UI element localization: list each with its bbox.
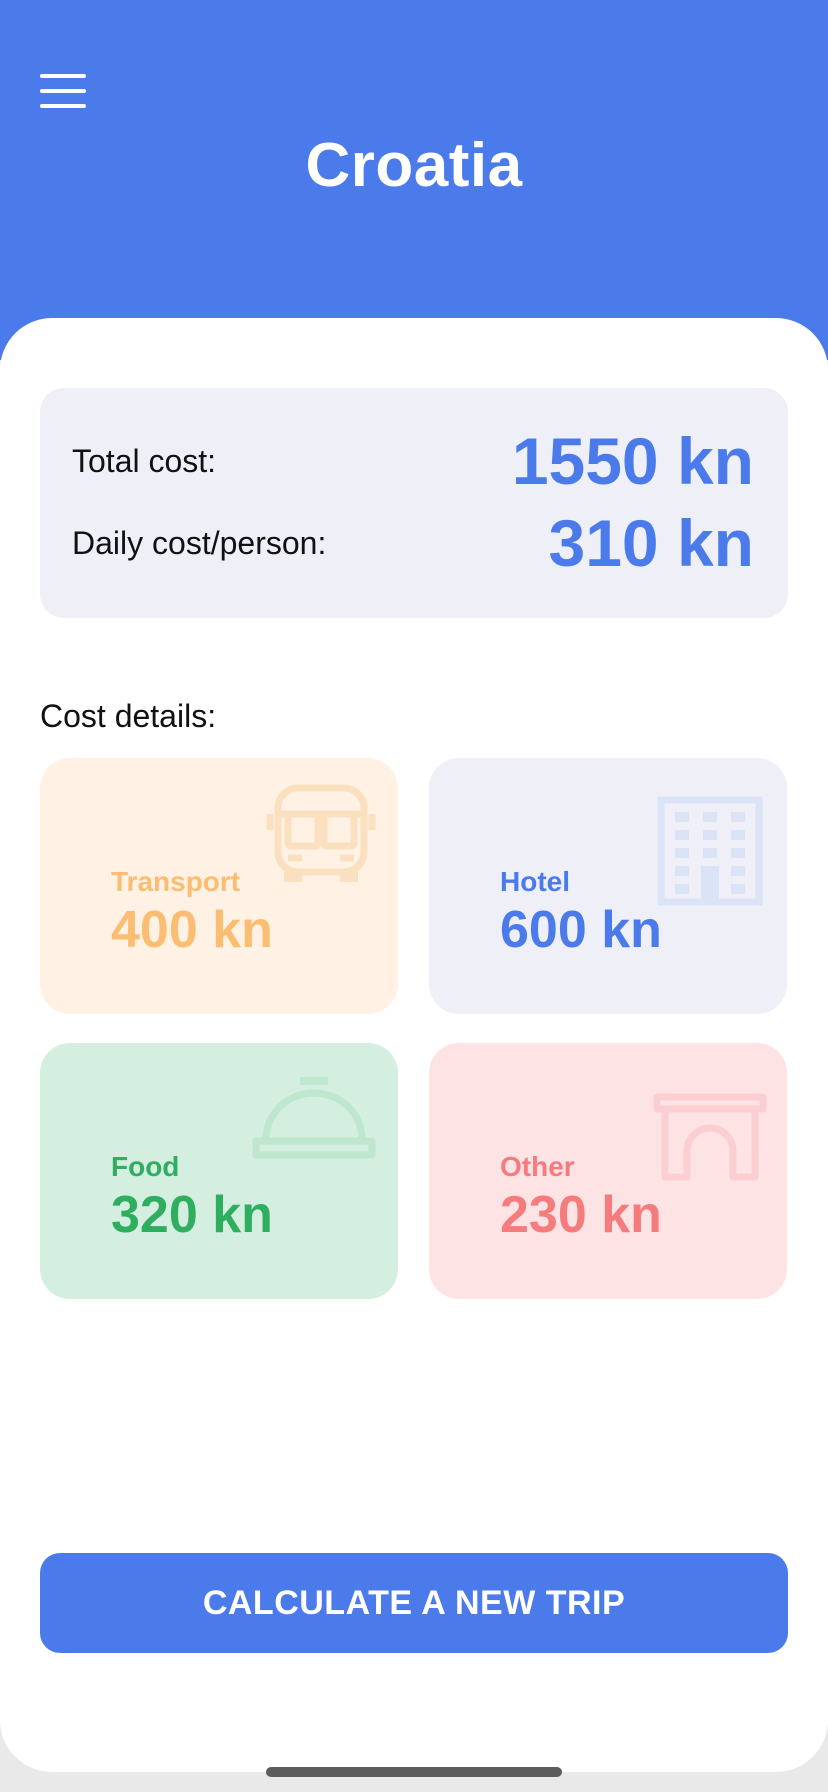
transport-cost-card[interactable]: Transport 400 kn	[40, 758, 398, 1014]
content-sheet: Total cost: 1550 kn Daily cost/person: 3…	[0, 318, 828, 1772]
food-value: 320 kn	[111, 1186, 273, 1244]
menu-line	[40, 74, 86, 78]
menu-line	[40, 89, 86, 93]
transport-value: 400 kn	[111, 901, 273, 959]
total-cost-value: 1550 kn	[511, 424, 754, 498]
hamburger-menu-icon[interactable]	[40, 74, 88, 108]
cost-details-heading: Cost details:	[40, 698, 217, 734]
daily-cost-row: Daily cost/person: 310 kn	[72, 506, 754, 580]
hotel-building-icon	[657, 796, 763, 906]
header: Croatia	[0, 0, 828, 360]
other-cost-card[interactable]: Other 230 kn	[429, 1043, 787, 1299]
app-screen: Croatia Total cost: 1550 kn Daily cost/p…	[0, 0, 828, 1792]
hotel-cost-card[interactable]: Hotel 600 kn	[429, 758, 787, 1014]
food-label: Food	[111, 1151, 180, 1182]
home-indicator[interactable]	[266, 1767, 562, 1777]
total-cost-row: Total cost: 1550 kn	[72, 424, 754, 498]
food-cloche-icon	[252, 1077, 376, 1159]
calculate-new-trip-button[interactable]: CALCULATE A NEW TRIP	[40, 1553, 788, 1653]
total-cost-label: Total cost:	[72, 442, 217, 479]
cost-summary-card: Total cost: 1550 kn Daily cost/person: 3…	[40, 388, 788, 618]
food-cost-card[interactable]: Food 320 kn	[40, 1043, 398, 1299]
daily-cost-value: 310 kn	[548, 506, 754, 580]
hotel-label: Hotel	[500, 866, 570, 897]
daily-cost-label: Daily cost/person:	[72, 524, 327, 561]
hotel-value: 600 kn	[500, 901, 662, 959]
bus-icon	[266, 784, 376, 882]
other-value: 230 kn	[500, 1186, 662, 1244]
other-label: Other	[500, 1151, 575, 1182]
arch-monument-icon	[653, 1093, 767, 1181]
menu-line	[40, 104, 86, 108]
page-title: Croatia	[305, 131, 523, 200]
transport-label: Transport	[111, 866, 241, 897]
